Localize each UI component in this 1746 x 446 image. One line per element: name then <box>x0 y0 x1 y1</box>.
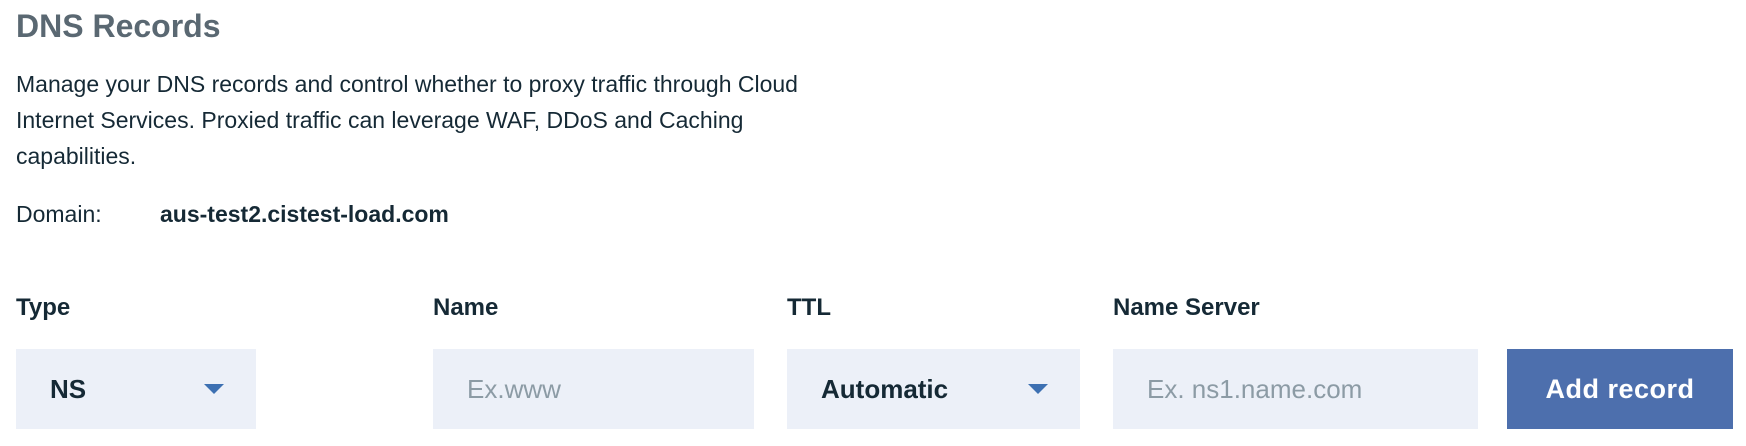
name-server-field-wrapper <box>1113 349 1478 429</box>
name-input[interactable] <box>467 373 754 405</box>
chevron-down-icon <box>204 384 224 394</box>
chevron-down-icon <box>1028 384 1048 394</box>
type-select-value: NS <box>50 373 87 404</box>
description-line: Internet Services. Proxied traffic can l… <box>16 107 744 133</box>
ttl-select[interactable]: Automatic <box>787 349 1080 429</box>
domain-row: Domain: aus-test2.cistest-load.com <box>16 196 449 232</box>
name-server-input[interactable] <box>1147 373 1478 405</box>
name-label: Name <box>433 294 499 321</box>
name-server-label: Name Server <box>1113 294 1260 321</box>
description-line: Manage your DNS records and control whet… <box>16 71 798 97</box>
description-line: capabilities. <box>16 143 137 169</box>
ttl-label: TTL <box>787 294 831 321</box>
name-field-wrapper <box>433 349 754 429</box>
domain-value: aus-test2.cistest-load.com <box>160 201 449 227</box>
page-title: DNS Records <box>16 8 221 44</box>
type-select[interactable]: NS <box>16 349 256 429</box>
add-record-button[interactable]: Add record <box>1507 349 1733 429</box>
page-description: Manage your DNS records and control whet… <box>16 66 876 174</box>
domain-label: Domain: <box>16 201 102 227</box>
type-label: Type <box>16 294 71 321</box>
ttl-select-value: Automatic <box>821 373 949 404</box>
